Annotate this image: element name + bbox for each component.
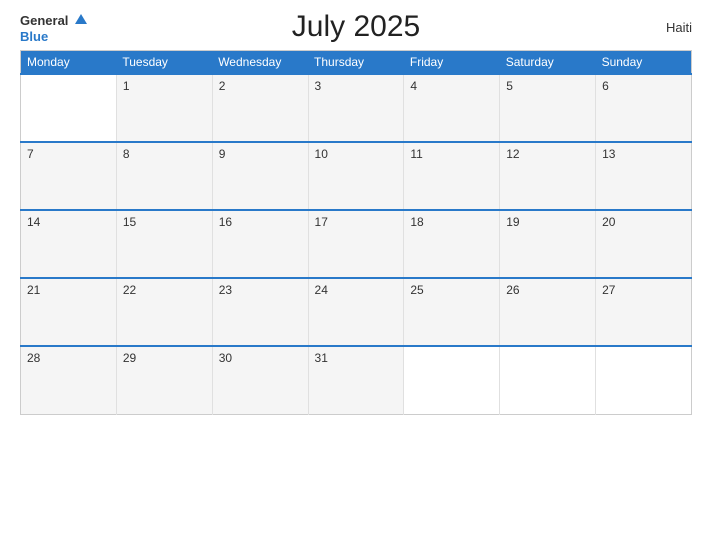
calendar-cell: 1 xyxy=(116,74,212,142)
week-row-5: 28 29 30 31 xyxy=(21,346,692,414)
calendar-cell: 3 xyxy=(308,74,404,142)
day-number: 4 xyxy=(410,79,417,93)
calendar-cell: 23 xyxy=(212,278,308,346)
calendar-cell: 26 xyxy=(500,278,596,346)
calendar-cell: 14 xyxy=(21,210,117,278)
weekday-header-monday: Monday xyxy=(21,51,117,75)
calendar-header: General Blue July 2025 Haiti xyxy=(20,10,692,44)
day-number: 28 xyxy=(27,351,40,365)
calendar-cell: 2 xyxy=(212,74,308,142)
day-number: 18 xyxy=(410,215,423,229)
calendar-cell: 30 xyxy=(212,346,308,414)
calendar-cell: 17 xyxy=(308,210,404,278)
day-number: 27 xyxy=(602,283,615,297)
week-row-2: 7 8 9 10 11 12 13 xyxy=(21,142,692,210)
day-number: 16 xyxy=(219,215,232,229)
calendar-cell: 5 xyxy=(500,74,596,142)
day-number: 29 xyxy=(123,351,136,365)
weekday-header-tuesday: Tuesday xyxy=(116,51,212,75)
calendar-cell: 27 xyxy=(596,278,692,346)
week-row-4: 21 22 23 24 25 26 27 xyxy=(21,278,692,346)
calendar-cell: 11 xyxy=(404,142,500,210)
day-number: 6 xyxy=(602,79,609,93)
day-number: 20 xyxy=(602,215,615,229)
week-row-1: 1 2 3 4 5 6 xyxy=(21,74,692,142)
calendar-cell: 25 xyxy=(404,278,500,346)
day-number: 13 xyxy=(602,147,615,161)
calendar-cell xyxy=(404,346,500,414)
logo-top: General xyxy=(20,12,87,30)
calendar-cell: 21 xyxy=(21,278,117,346)
calendar-cell: 29 xyxy=(116,346,212,414)
weekday-header-friday: Friday xyxy=(404,51,500,75)
day-number: 19 xyxy=(506,215,519,229)
day-number: 26 xyxy=(506,283,519,297)
calendar-cell xyxy=(500,346,596,414)
day-number: 25 xyxy=(410,283,423,297)
day-number: 22 xyxy=(123,283,136,297)
logo-general-text: General xyxy=(20,13,68,28)
logo: General Blue xyxy=(20,12,100,43)
calendar-cell: 6 xyxy=(596,74,692,142)
calendar-cell: 24 xyxy=(308,278,404,346)
calendar-cell: 12 xyxy=(500,142,596,210)
calendar-cell: 15 xyxy=(116,210,212,278)
calendar-cell: 10 xyxy=(308,142,404,210)
day-number: 10 xyxy=(315,147,328,161)
day-number: 5 xyxy=(506,79,513,93)
day-number: 24 xyxy=(315,283,328,297)
calendar-cell: 13 xyxy=(596,142,692,210)
day-number: 12 xyxy=(506,147,519,161)
calendar-cell: 7 xyxy=(21,142,117,210)
day-number: 30 xyxy=(219,351,232,365)
day-number: 2 xyxy=(219,79,226,93)
day-number: 3 xyxy=(315,79,322,93)
day-number: 21 xyxy=(27,283,40,297)
weekday-header-wednesday: Wednesday xyxy=(212,51,308,75)
day-number: 7 xyxy=(27,147,34,161)
day-number: 9 xyxy=(219,147,226,161)
calendar-cell: 20 xyxy=(596,210,692,278)
calendar-cell: 16 xyxy=(212,210,308,278)
weekday-header-sunday: Sunday xyxy=(596,51,692,75)
weekday-header-thursday: Thursday xyxy=(308,51,404,75)
logo-triangle-icon xyxy=(75,14,87,24)
day-number: 15 xyxy=(123,215,136,229)
calendar-cell: 19 xyxy=(500,210,596,278)
calendar-cell: 18 xyxy=(404,210,500,278)
calendar-cell: 8 xyxy=(116,142,212,210)
day-number: 23 xyxy=(219,283,232,297)
day-number: 17 xyxy=(315,215,328,229)
day-number: 8 xyxy=(123,147,130,161)
day-number: 11 xyxy=(410,147,422,161)
week-row-3: 14 15 16 17 18 19 20 xyxy=(21,210,692,278)
day-number: 1 xyxy=(123,79,130,93)
calendar-cell xyxy=(596,346,692,414)
calendar-cell: 22 xyxy=(116,278,212,346)
day-number: 31 xyxy=(315,351,328,365)
calendar-cell: 9 xyxy=(212,142,308,210)
day-number: 14 xyxy=(27,215,40,229)
calendar-cell: 31 xyxy=(308,346,404,414)
calendar-cell xyxy=(21,74,117,142)
month-title: July 2025 xyxy=(100,10,612,44)
country-label: Haiti xyxy=(612,20,692,35)
calendar-cell: 28 xyxy=(21,346,117,414)
weekday-header-saturday: Saturday xyxy=(500,51,596,75)
logo-blue-text: Blue xyxy=(20,30,48,43)
calendar-table: MondayTuesdayWednesdayThursdayFridaySatu… xyxy=(20,50,692,415)
calendar-cell: 4 xyxy=(404,74,500,142)
weekday-header-row: MondayTuesdayWednesdayThursdayFridaySatu… xyxy=(21,51,692,75)
